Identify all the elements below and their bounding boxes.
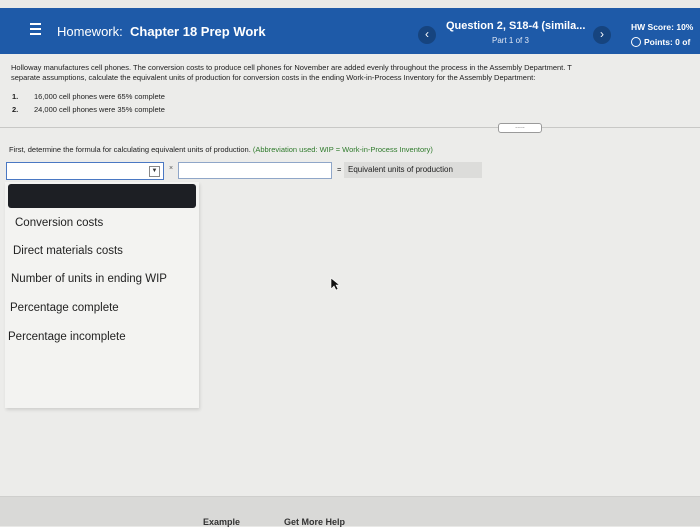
top-header-bar: Homework: Chapter 18 Prep Work ‹ Questio…: [0, 8, 700, 54]
chevron-left-icon[interactable]: ‹: [418, 26, 436, 44]
question-content: Holloway manufactures cell phones. The c…: [0, 54, 700, 525]
homework-title: Chapter 18 Prep Work: [130, 24, 266, 39]
example-link[interactable]: Example: [203, 517, 240, 527]
dropdown-option-blank[interactable]: [8, 184, 196, 208]
chevron-right-icon[interactable]: ›: [593, 26, 611, 44]
points-row: Points: 0 of: [631, 37, 690, 47]
dropdown-arrow-icon[interactable]: ▼: [149, 166, 160, 177]
problem-text: Holloway manufactures cell phones. The c…: [11, 63, 572, 82]
assumption-list: 1. 16,000 cell phones were 65% complete 2…: [12, 90, 165, 116]
result-label: Equivalent units of production: [344, 162, 482, 178]
dropdown-option[interactable]: Percentage complete: [10, 302, 119, 314]
points-circle-icon: [631, 37, 641, 47]
item-number: 1.: [12, 92, 19, 101]
question-part: Part 1 of 3: [492, 36, 529, 45]
dropdown-option[interactable]: Percentage incomplete: [8, 331, 126, 343]
item-text: 24,000 cell phones were 35% complete: [34, 105, 165, 114]
dropdown-option[interactable]: Number of units in ending WIP: [11, 273, 167, 285]
hamburger-menu-icon[interactable]: [30, 23, 41, 37]
get-more-help-link[interactable]: Get More Help: [284, 517, 345, 527]
homework-prefix: Homework:: [57, 24, 123, 39]
expand-more-button[interactable]: .....: [498, 123, 542, 133]
item-number: 2.: [12, 105, 19, 114]
footer-bar: Example Get More Help: [0, 496, 700, 527]
section-divider: [0, 127, 700, 128]
question-title[interactable]: Question 2, S18-4 (simila...: [446, 20, 585, 32]
hw-score: HW Score: 10%: [631, 22, 694, 32]
mouse-cursor-icon: [330, 277, 340, 291]
list-item: 1. 16,000 cell phones were 65% complete: [12, 90, 165, 103]
dropdown-option[interactable]: Conversion costs: [15, 217, 103, 229]
dropdown-option[interactable]: Direct materials costs: [13, 245, 123, 257]
formula-term-select[interactable]: ▼: [6, 162, 164, 180]
abbreviation-note: (Abbreviation used: WIP = Work-in-Proces…: [252, 145, 433, 154]
equals-sign: =: [337, 165, 342, 174]
item-text: 16,000 cell phones were 65% complete: [34, 92, 165, 101]
formula-term-input[interactable]: [178, 162, 332, 179]
instruction-text: First, determine the formula for calcula…: [9, 145, 433, 154]
multiply-sign: ×: [169, 165, 174, 172]
list-item: 2. 24,000 cell phones were 35% complete: [12, 103, 165, 116]
formula-row: ▼ × = Equivalent units of production: [6, 162, 486, 180]
instruction-main: First, determine the formula for calcula…: [9, 145, 251, 154]
points-text: Points: 0 of: [644, 37, 691, 47]
dropdown-menu: Conversion costs Direct materials costs …: [5, 182, 199, 408]
